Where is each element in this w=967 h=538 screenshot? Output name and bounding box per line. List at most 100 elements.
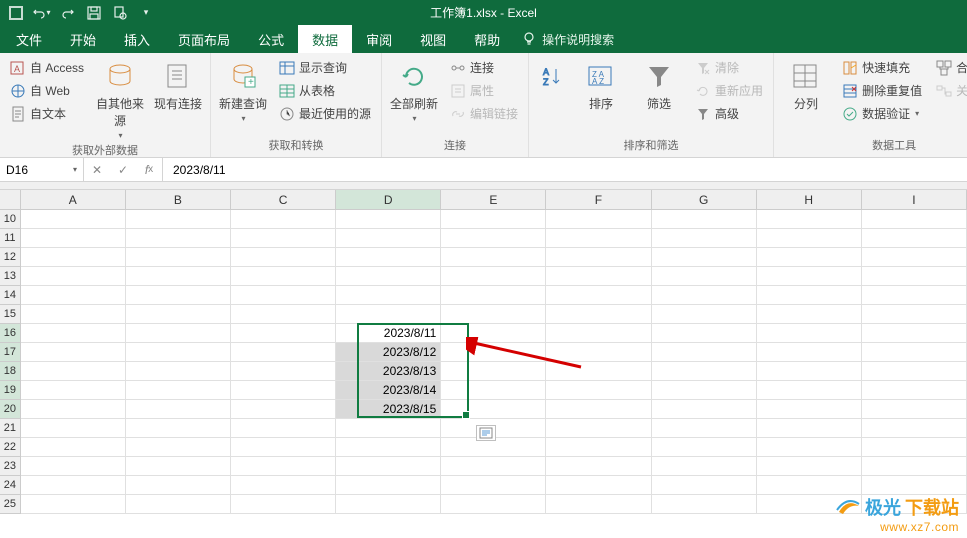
cell[interactable] <box>21 286 126 305</box>
sort-asc-button[interactable]: AZ <box>535 57 569 93</box>
tab-formulas[interactable]: 公式 <box>244 25 298 53</box>
from-other-sources-button[interactable]: 自其他来源▾ <box>94 57 146 140</box>
cell[interactable] <box>652 400 757 419</box>
from-table-button[interactable]: 从表格 <box>275 80 375 101</box>
cell[interactable] <box>231 457 336 476</box>
cell[interactable] <box>652 381 757 400</box>
tell-me-search[interactable]: 操作说明搜索 <box>522 25 614 53</box>
cell[interactable] <box>546 305 651 324</box>
cell[interactable] <box>652 495 757 514</box>
tab-page-layout[interactable]: 页面布局 <box>164 25 244 53</box>
select-all-corner[interactable] <box>0 190 21 210</box>
row-header[interactable]: 19 <box>0 381 21 400</box>
cell[interactable] <box>231 267 336 286</box>
row-header[interactable]: 14 <box>0 286 21 305</box>
cell[interactable] <box>546 438 651 457</box>
tab-insert[interactable]: 插入 <box>110 25 164 53</box>
tab-help[interactable]: 帮助 <box>460 25 514 53</box>
cell[interactable]: 2023/8/11 <box>336 324 441 343</box>
print-preview-icon[interactable] <box>108 2 132 24</box>
cell[interactable] <box>21 210 126 229</box>
cell[interactable] <box>21 362 126 381</box>
cell[interactable] <box>757 229 862 248</box>
cell[interactable] <box>546 495 651 514</box>
consolidate-button[interactable]: 合并计算 <box>932 57 967 78</box>
save-icon[interactable] <box>82 2 106 24</box>
row-header[interactable]: 25 <box>0 495 21 514</box>
cell[interactable] <box>546 457 651 476</box>
row-header[interactable]: 11 <box>0 229 21 248</box>
formula-input[interactable]: 2023/8/11 <box>163 158 967 181</box>
cell[interactable] <box>546 210 651 229</box>
row-header[interactable]: 15 <box>0 305 21 324</box>
row-header[interactable]: 10 <box>0 210 21 229</box>
cell[interactable] <box>126 438 231 457</box>
cell[interactable] <box>231 400 336 419</box>
cell[interactable] <box>231 438 336 457</box>
cell[interactable] <box>21 400 126 419</box>
cell[interactable] <box>757 286 862 305</box>
cell[interactable] <box>546 343 651 362</box>
tab-file[interactable]: 文件 <box>2 25 56 53</box>
cell[interactable] <box>441 267 546 286</box>
cell[interactable] <box>231 381 336 400</box>
row-header[interactable]: 18 <box>0 362 21 381</box>
cell[interactable] <box>652 267 757 286</box>
row-header[interactable]: 13 <box>0 267 21 286</box>
cell[interactable] <box>862 305 967 324</box>
cell[interactable] <box>652 419 757 438</box>
row-header[interactable]: 22 <box>0 438 21 457</box>
refresh-all-button[interactable]: 全部刷新▾ <box>388 57 440 123</box>
column-header[interactable]: H <box>757 190 862 210</box>
cell[interactable] <box>126 229 231 248</box>
cell[interactable] <box>231 305 336 324</box>
cell[interactable] <box>21 457 126 476</box>
cell[interactable] <box>441 324 546 343</box>
cell[interactable] <box>862 267 967 286</box>
cell[interactable] <box>231 476 336 495</box>
cell[interactable]: 2023/8/13 <box>336 362 441 381</box>
app-icon[interactable] <box>4 2 28 24</box>
cell[interactable] <box>126 343 231 362</box>
connections-button[interactable]: 连接 <box>446 57 522 78</box>
redo-quick-icon[interactable] <box>56 2 80 24</box>
cell[interactable] <box>441 248 546 267</box>
cell[interactable]: 2023/8/14 <box>336 381 441 400</box>
cell[interactable] <box>126 495 231 514</box>
cell[interactable] <box>21 438 126 457</box>
row-header[interactable]: 12 <box>0 248 21 267</box>
cancel-formula-icon[interactable]: ✕ <box>84 163 110 177</box>
spreadsheet-grid[interactable]: ABCDEFGHI 101112131415162023/8/11172023/… <box>0 190 967 514</box>
cell[interactable] <box>652 286 757 305</box>
row-header[interactable]: 17 <box>0 343 21 362</box>
flash-fill-button[interactable]: 快速填充 <box>838 57 926 78</box>
cell[interactable] <box>231 248 336 267</box>
cell[interactable] <box>652 343 757 362</box>
column-header[interactable]: I <box>862 190 967 210</box>
cell[interactable] <box>336 248 441 267</box>
cell[interactable] <box>21 229 126 248</box>
cell[interactable] <box>862 381 967 400</box>
cell[interactable]: 2023/8/12 <box>336 343 441 362</box>
cell[interactable] <box>336 229 441 248</box>
cell[interactable] <box>757 248 862 267</box>
cell[interactable] <box>546 267 651 286</box>
cell[interactable] <box>231 495 336 514</box>
recent-sources-button[interactable]: 最近使用的源 <box>275 103 375 124</box>
cell[interactable] <box>231 286 336 305</box>
cell[interactable] <box>652 324 757 343</box>
cell[interactable] <box>652 362 757 381</box>
cell[interactable] <box>862 343 967 362</box>
cell[interactable] <box>126 400 231 419</box>
cell[interactable] <box>862 438 967 457</box>
cell[interactable] <box>336 476 441 495</box>
show-queries-button[interactable]: 显示查询 <box>275 57 375 78</box>
cell[interactable] <box>441 457 546 476</box>
cell[interactable]: 2023/8/15 <box>336 400 441 419</box>
cell[interactable] <box>757 476 862 495</box>
cell[interactable] <box>862 286 967 305</box>
new-query-button[interactable]: + 新建查询▾ <box>217 57 269 123</box>
cell[interactable] <box>441 362 546 381</box>
column-header[interactable]: B <box>126 190 231 210</box>
cell[interactable] <box>862 324 967 343</box>
